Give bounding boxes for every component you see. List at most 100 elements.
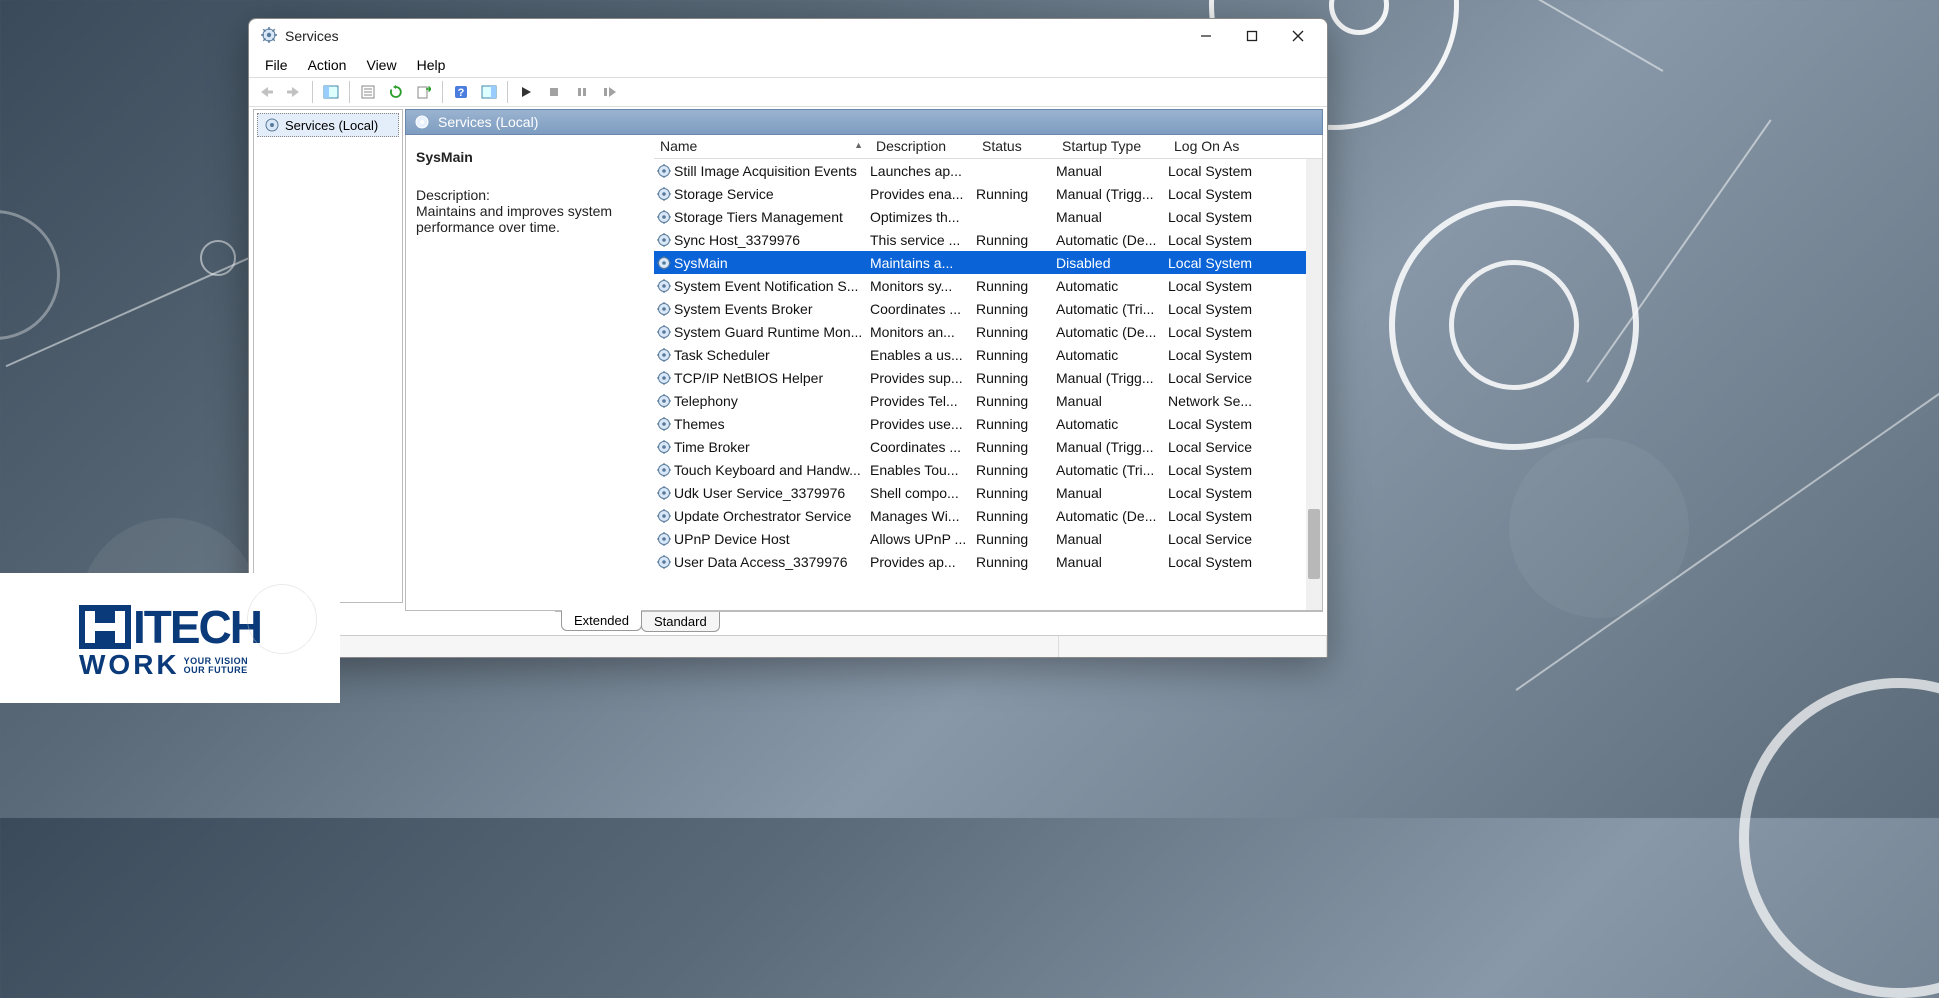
svg-text:?: ?	[458, 87, 465, 99]
service-name: Themes	[674, 416, 870, 432]
service-name: Storage Tiers Management	[674, 209, 870, 225]
service-logon: Local System	[1168, 324, 1284, 340]
gear-icon	[654, 370, 674, 386]
restart-service-button[interactable]	[597, 80, 623, 104]
properties-button[interactable]	[355, 80, 381, 104]
back-button[interactable]	[253, 80, 279, 104]
col-status[interactable]: Status	[976, 135, 1056, 158]
menu-help[interactable]: Help	[409, 55, 454, 77]
service-description: Shell compo...	[870, 485, 976, 501]
gear-icon	[654, 554, 674, 570]
service-row[interactable]: Storage Tiers ManagementOptimizes th...M…	[654, 205, 1322, 228]
service-startup: Disabled	[1056, 255, 1168, 271]
service-row[interactable]: Touch Keyboard and Handw...Enables Tou..…	[654, 458, 1322, 481]
service-row[interactable]: Sync Host_3379976This service ...Running…	[654, 228, 1322, 251]
service-row[interactable]: ThemesProvides use...RunningAutomaticLoc…	[654, 412, 1322, 435]
gear-icon	[654, 163, 674, 179]
view-tabs: Extended Standard	[555, 611, 1323, 633]
col-log-on-as[interactable]: Log On As	[1168, 135, 1284, 158]
gear-icon	[654, 416, 674, 432]
service-row[interactable]: System Event Notification S...Monitors s…	[654, 274, 1322, 297]
service-row[interactable]: Task SchedulerEnables a us...RunningAuto…	[654, 343, 1322, 366]
service-row[interactable]: User Data Access_3379976Provides ap...Ru…	[654, 550, 1322, 573]
col-name[interactable]: Name▲	[654, 135, 870, 158]
service-logon: Local System	[1168, 255, 1284, 271]
menu-file[interactable]: File	[257, 55, 296, 77]
tree-item-services-local[interactable]: Services (Local)	[257, 113, 399, 137]
service-startup: Manual (Trigg...	[1056, 370, 1168, 386]
service-description: Maintains a...	[870, 255, 976, 271]
service-description: Enables Tou...	[870, 462, 976, 478]
service-logon: Local System	[1168, 508, 1284, 524]
column-headers: Name▲ Description Status Startup Type Lo…	[654, 135, 1322, 159]
service-startup: Automatic	[1056, 416, 1168, 432]
col-description[interactable]: Description	[870, 135, 976, 158]
service-row[interactable]: System Guard Runtime Mon...Monitors an..…	[654, 320, 1322, 343]
scroll-thumb[interactable]	[1308, 509, 1320, 579]
service-description: Provides Tel...	[870, 393, 976, 409]
service-logon: Local System	[1168, 554, 1284, 570]
service-name: System Events Broker	[674, 301, 870, 317]
tab-standard[interactable]: Standard	[641, 612, 720, 632]
app-icon	[261, 27, 277, 46]
bg-decor	[1739, 678, 1939, 998]
service-logon: Local System	[1168, 347, 1284, 363]
bg-decor	[0, 210, 60, 340]
tab-extended[interactable]: Extended	[561, 610, 642, 631]
gear-icon	[654, 508, 674, 524]
service-row[interactable]: SysMainMaintains a... DisabledLocal Syste…	[654, 251, 1322, 274]
service-row[interactable]: TCP/IP NetBIOS HelperProvides sup...Runn…	[654, 366, 1322, 389]
selected-service-name: SysMain	[416, 149, 644, 165]
gear-icon	[654, 255, 674, 271]
refresh-button[interactable]	[383, 80, 409, 104]
service-logon: Local System	[1168, 209, 1284, 225]
gear-icon	[654, 278, 674, 294]
maximize-button[interactable]	[1229, 21, 1275, 51]
service-description: This service ...	[870, 232, 976, 248]
show-hide-tree-button[interactable]	[318, 80, 344, 104]
export-button[interactable]	[411, 80, 437, 104]
service-description: Provides use...	[870, 416, 976, 432]
service-logon: Local System	[1168, 232, 1284, 248]
forward-button[interactable]	[281, 80, 307, 104]
service-row[interactable]: TelephonyProvides Tel...RunningManualNet…	[654, 389, 1322, 412]
service-row[interactable]: Udk User Service_3379976Shell compo...Ru…	[654, 481, 1322, 504]
service-startup: Manual	[1056, 163, 1168, 179]
service-name: System Guard Runtime Mon...	[674, 324, 870, 340]
start-service-button[interactable]	[513, 80, 539, 104]
scrollbar[interactable]	[1306, 159, 1322, 610]
minimize-button[interactable]	[1183, 21, 1229, 51]
service-description: Provides ena...	[870, 186, 976, 202]
show-hide-action-pane-button[interactable]	[476, 80, 502, 104]
service-logon: Local Service	[1168, 370, 1284, 386]
close-button[interactable]	[1275, 21, 1321, 51]
service-row[interactable]: Update Orchestrator ServiceManages Wi...…	[654, 504, 1322, 527]
service-name: Sync Host_3379976	[674, 232, 870, 248]
service-description: Allows UPnP ...	[870, 531, 976, 547]
menu-action[interactable]: Action	[300, 55, 355, 77]
bg-decor	[1455, 0, 1664, 72]
service-name: Time Broker	[674, 439, 870, 455]
service-name: Touch Keyboard and Handw...	[674, 462, 870, 478]
menu-view[interactable]: View	[358, 55, 404, 77]
pause-service-button[interactable]	[569, 80, 595, 104]
service-name: Udk User Service_3379976	[674, 485, 870, 501]
help-button[interactable]: ?	[448, 80, 474, 104]
sort-indicator-icon: ▲	[854, 140, 863, 150]
statusbar	[249, 635, 1327, 657]
service-name: SysMain	[674, 255, 870, 271]
service-startup: Manual (Trigg...	[1056, 439, 1168, 455]
service-description: Manages Wi...	[870, 508, 976, 524]
service-logon: Local Service	[1168, 439, 1284, 455]
service-row[interactable]: Time BrokerCoordinates ...RunningManual …	[654, 435, 1322, 458]
service-description: Provides sup...	[870, 370, 976, 386]
stop-service-button[interactable]	[541, 80, 567, 104]
service-row[interactable]: Still Image Acquisition EventsLaunches a…	[654, 159, 1322, 182]
gear-icon	[654, 439, 674, 455]
titlebar[interactable]: Services	[249, 19, 1327, 53]
col-startup-type[interactable]: Startup Type	[1056, 135, 1168, 158]
service-row[interactable]: System Events BrokerCoordinates ...Runni…	[654, 297, 1322, 320]
service-logon: Local System	[1168, 278, 1284, 294]
service-row[interactable]: Storage ServiceProvides ena...RunningMan…	[654, 182, 1322, 205]
service-row[interactable]: UPnP Device HostAllows UPnP ...RunningMa…	[654, 527, 1322, 550]
